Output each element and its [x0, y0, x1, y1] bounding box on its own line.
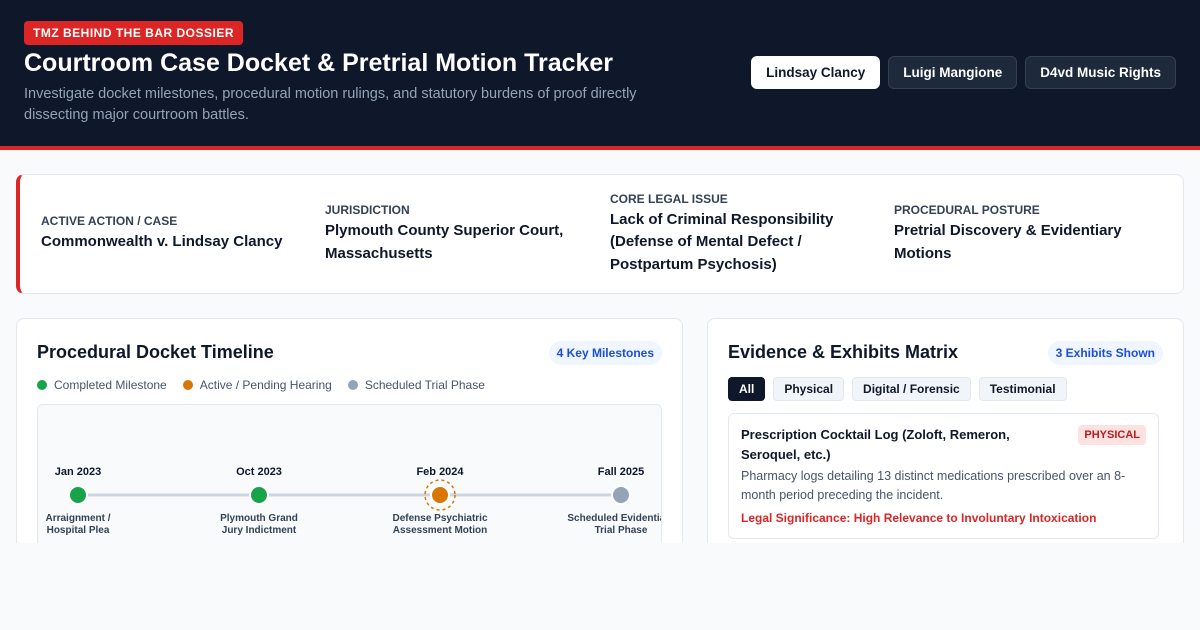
legend-scheduled: Scheduled Trial Phase: [347, 378, 485, 392]
timeline-graphic: Jan 2023 Arraignment / Hospital Plea Oct…: [45, 466, 662, 536]
timeline-legend: Completed Milestone Active / Pending Hea…: [37, 378, 485, 392]
milestone-date: Oct 2023: [236, 466, 282, 478]
legend-active-label: Active / Pending Hearing: [199, 378, 332, 392]
header-accent-rule: [0, 146, 1200, 150]
evidence-filter-bar: All Physical Digital / Forensic Testimon…: [728, 377, 1067, 401]
milestone-label-line: Jury Indictment: [222, 525, 297, 536]
legend-completed-label: Completed Milestone: [54, 378, 167, 392]
dossier-badge: TMZ BEHIND THE BAR DOSSIER: [24, 21, 244, 45]
docket-timeline-card: Procedural Docket Timeline 4 Key Milesto…: [16, 318, 683, 558]
summary-issue: Core Legal Issue Lack of Criminal Respon…: [610, 175, 870, 293]
milestone-node-completed[interactable]: [249, 485, 269, 505]
milestone-label-line: Plymouth Grand: [220, 513, 298, 524]
summary-posture-value: Pretrial Discovery & Evidentiary Motions: [894, 222, 1122, 262]
milestone-node-active[interactable]: [430, 485, 450, 505]
scheduled-dot-icon: [347, 380, 358, 390]
page-subtitle: Investigate docket milestones, procedura…: [24, 86, 637, 123]
legend-scheduled-label: Scheduled Trial Phase: [364, 378, 485, 392]
milestone-label-line: Assessment Motion: [393, 525, 487, 536]
summary-issue-value: Lack of Criminal Responsibility (Defense…: [610, 210, 834, 273]
exhibit-type-badge: PHYSICAL: [1078, 425, 1146, 445]
milestone-label-line: Scheduled Evidentiary: [567, 513, 662, 524]
summary-issue-label: Core Legal Issue: [610, 191, 728, 206]
case-tab-d4vd-music-rights[interactable]: D4vd Music Rights: [1025, 56, 1176, 89]
summary-jurisdiction: Jurisdiction Plymouth County Superior Co…: [325, 175, 585, 293]
case-tabs: Lindsay Clancy Luigi Mangione D4vd Music…: [751, 56, 1176, 89]
legend-completed: Completed Milestone: [37, 378, 167, 392]
milestone-label-line: Arraignment /: [45, 513, 110, 524]
active-dot-icon: [182, 380, 193, 390]
evidence-matrix-card: Evidence & Exhibits Matrix 3 Exhibits Sh…: [707, 318, 1184, 558]
summary-case: Active Action / Case Commonwealth v. Lin…: [41, 175, 311, 293]
filter-all-button[interactable]: All: [728, 377, 766, 401]
summary-jurisdiction-value: Plymouth County Superior Court, Massachu…: [325, 222, 564, 262]
exhibit-significance: Legal Significance: High Relevance to In…: [741, 511, 1097, 525]
milestone-label-line: Hospital Plea: [47, 525, 110, 536]
summary-posture-label: Procedural Posture: [894, 203, 1040, 217]
summary-case-value: Commonwealth v. Lindsay Clancy: [41, 233, 283, 251]
exhibit-count-badge: 3 Exhibits Shown: [1047, 341, 1163, 365]
milestone-label-line: Trial Phase: [595, 525, 648, 536]
milestone-date: Feb 2024: [416, 466, 464, 478]
milestone-node-completed[interactable]: [68, 485, 88, 505]
summary-posture: Procedural Posture Pretrial Discovery & …: [894, 175, 1164, 293]
evidence-title: Evidence & Exhibits Matrix: [728, 342, 959, 362]
milestone-date: Jan 2023: [55, 466, 101, 478]
exhibit-description: Pharmacy logs detailing 13 distinct medi…: [741, 469, 1126, 502]
filter-digital-forensic-button[interactable]: Digital / Forensic: [852, 377, 971, 401]
case-tab-lindsay-clancy[interactable]: Lindsay Clancy: [751, 56, 881, 89]
milestone-count-badge: 4 Key Milestones: [548, 341, 662, 365]
filter-testimonial-button[interactable]: Testimonial: [978, 377, 1067, 401]
completed-dot-icon: [37, 380, 47, 390]
legend-active: Active / Pending Hearing: [182, 378, 332, 392]
milestone-label-line: Defense Psychiatric: [392, 513, 487, 524]
summary-case-label: Active Action / Case: [41, 214, 178, 229]
summary-jurisdiction-label: Jurisdiction: [325, 203, 410, 217]
page-title: Courtroom Case Docket & Pretrial Motion …: [24, 49, 614, 77]
exhibit-title: Prescription Cocktail Log (Zoloft, Remer…: [741, 427, 1010, 462]
filter-physical-button[interactable]: Physical: [773, 377, 845, 401]
timeline-track-area: Jan 2023 Arraignment / Hospital Plea Oct…: [37, 404, 662, 557]
timeline-title: Procedural Docket Timeline: [37, 342, 274, 362]
page-bottom-background: [0, 543, 1200, 630]
case-summary-card: Active Action / Case Commonwealth v. Lin…: [16, 174, 1184, 294]
milestone-node-scheduled[interactable]: [611, 485, 631, 505]
case-tab-luigi-mangione[interactable]: Luigi Mangione: [888, 56, 1018, 89]
page-header: TMZ BEHIND THE BAR DOSSIER Courtroom Cas…: [0, 0, 1200, 146]
milestone-date: Fall 2025: [598, 466, 644, 478]
exhibit-item[interactable]: Prescription Cocktail Log (Zoloft, Remer…: [728, 413, 1159, 539]
